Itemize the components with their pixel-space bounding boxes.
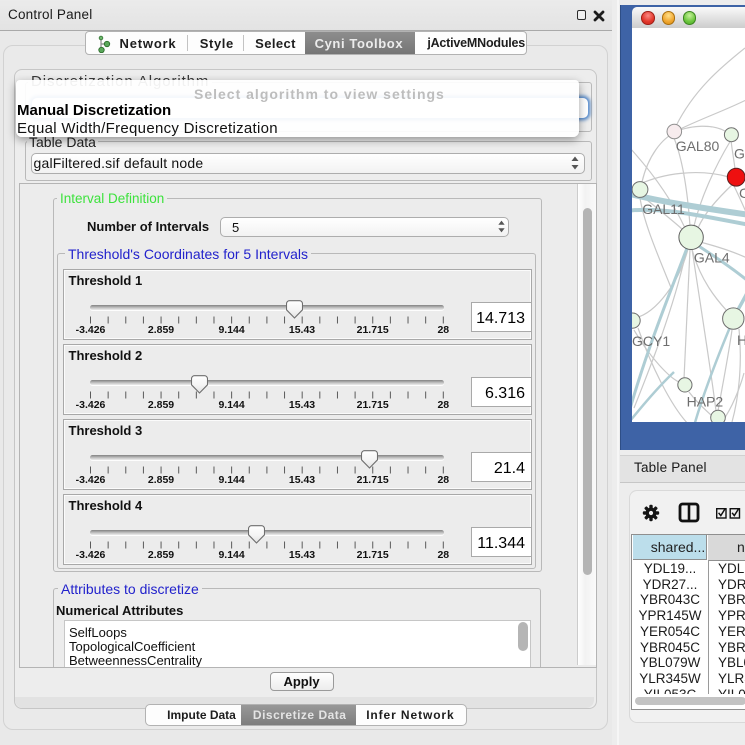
svg-text:GCY1: GCY1 — [632, 333, 670, 349]
svg-text:GAL80: GAL80 — [676, 137, 720, 153]
svg-text:GAL11: GAL11 — [642, 200, 685, 216]
svg-text:H: H — [737, 332, 745, 348]
svg-text:HAP2: HAP2 — [687, 393, 724, 409]
svg-text:C: C — [739, 184, 745, 200]
svg-text:GAL4: GAL4 — [694, 249, 730, 265]
svg-text:GA: GA — [734, 145, 745, 161]
